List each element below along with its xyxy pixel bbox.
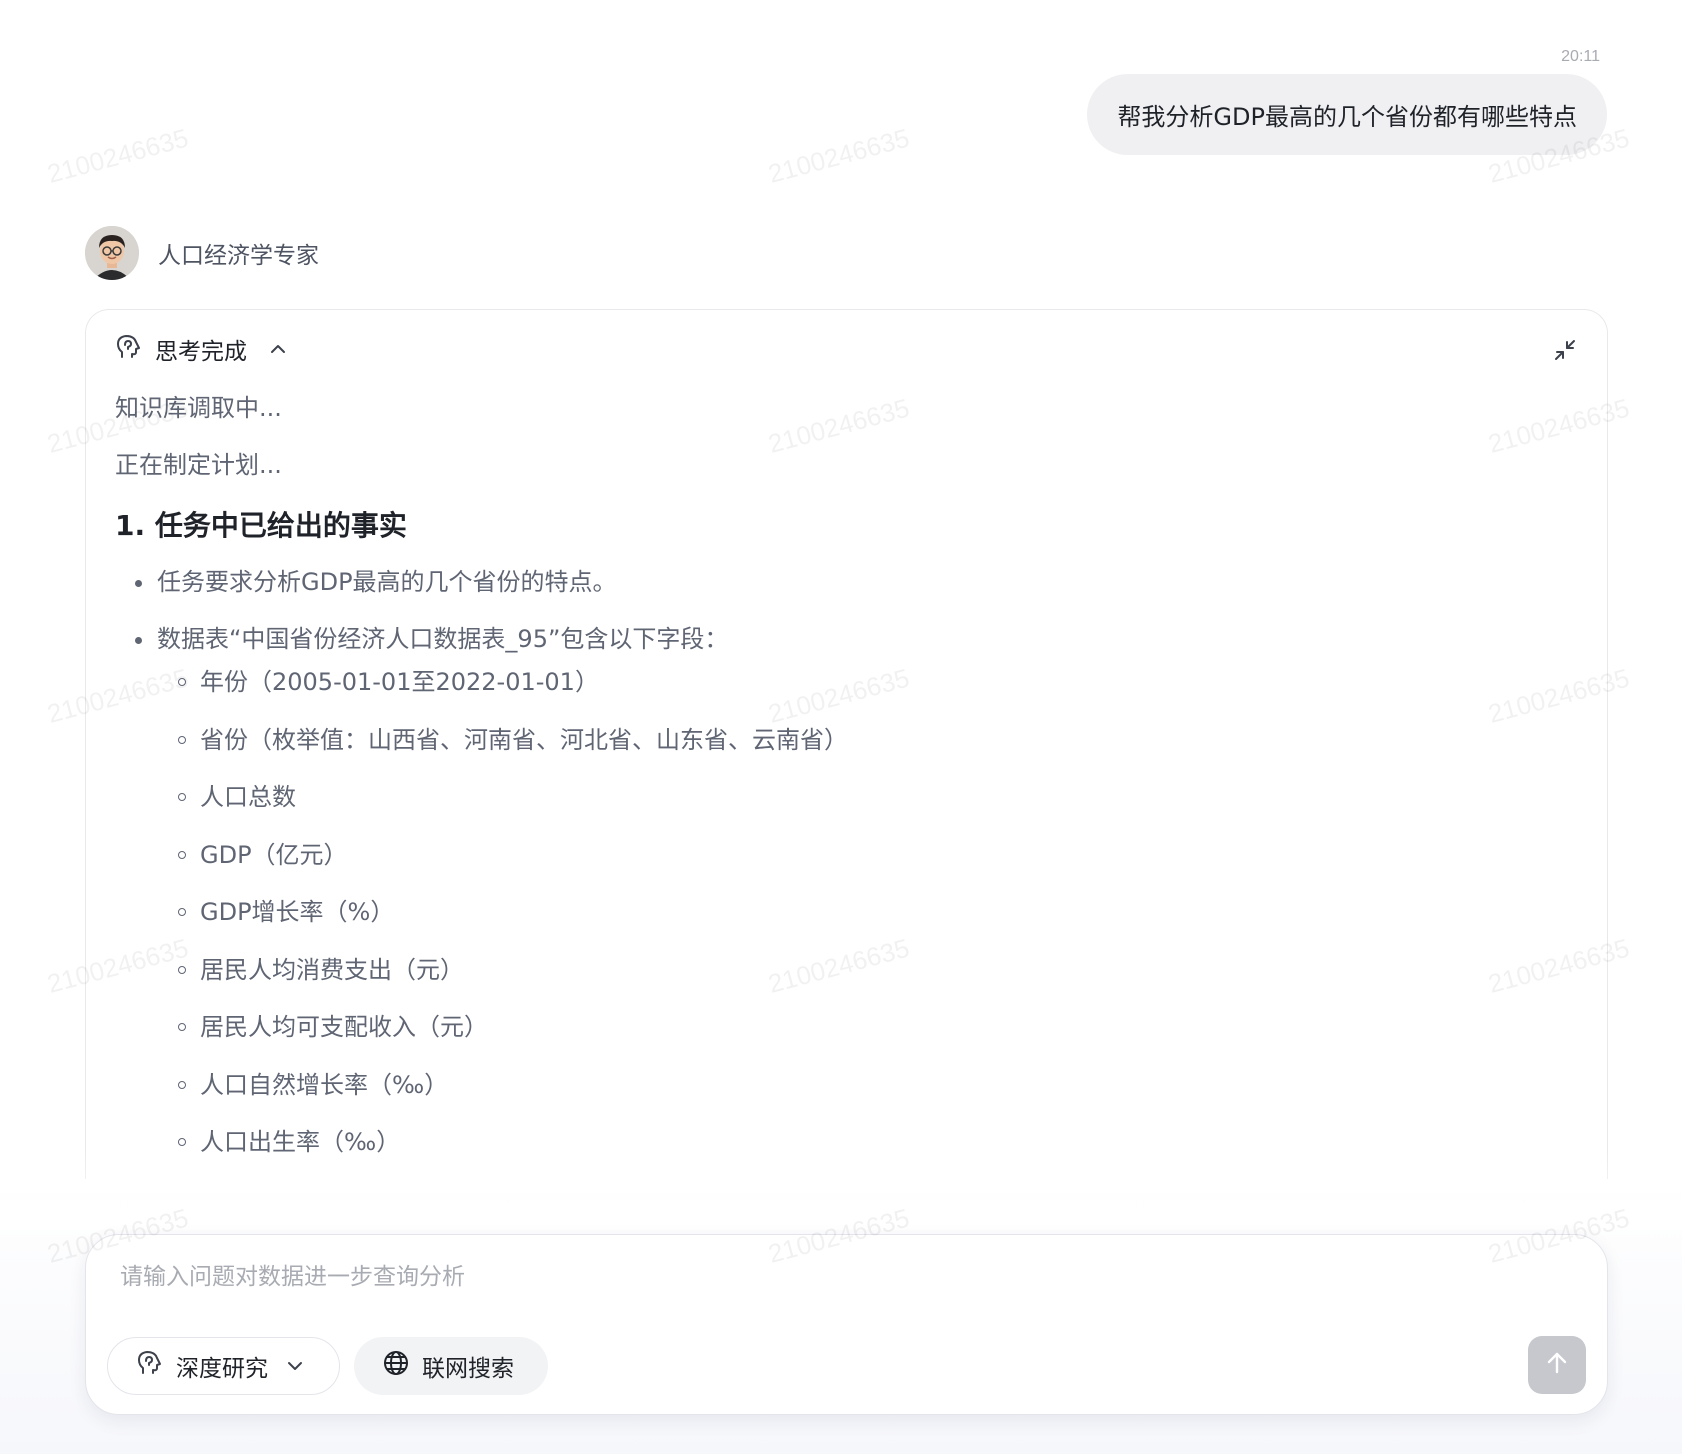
collapse-arrows-icon bbox=[1553, 338, 1577, 366]
web-search-label: 联网搜索 bbox=[422, 1356, 514, 1382]
bullet-ring bbox=[178, 1138, 186, 1146]
field-text: 省份（枚举值：山西省、河南省、河北省、山东省、云南省） bbox=[200, 725, 848, 754]
bullet-dot bbox=[135, 580, 142, 587]
section-heading: 1. 任务中已给出的事实 bbox=[115, 509, 407, 542]
brain-head-icon bbox=[115, 333, 143, 365]
chevron-down-icon bbox=[286, 1360, 304, 1372]
field-text: GDP增长率（%） bbox=[200, 898, 395, 926]
assistant-header: 人口经济学专家 bbox=[85, 226, 319, 280]
bullet-ring bbox=[178, 678, 186, 686]
thinking-content: 知识库调取中... 正在制定计划... 1. 任务中已给出的事实 任务要求分析G… bbox=[115, 380, 1578, 1172]
field-text: 年份（2005-01-01至2022-01-01） bbox=[200, 668, 599, 696]
bullet-dot bbox=[135, 637, 142, 644]
thinking-status: 思考完成 bbox=[155, 339, 247, 365]
message-timestamp: 20:11 bbox=[1561, 48, 1600, 65]
field-item: GDP（亿元） bbox=[115, 827, 1578, 885]
bullet-ring bbox=[178, 965, 186, 974]
watermark: 2100246635 bbox=[765, 122, 913, 189]
bullet-ring bbox=[178, 1023, 186, 1031]
user-message-bubble: 帮我分析GDP最高的几个省份都有哪些特点 bbox=[1087, 74, 1607, 155]
thinking-step: 正在制定计划... bbox=[115, 451, 282, 479]
web-search-button[interactable]: 联网搜索 bbox=[354, 1337, 548, 1395]
avatar-image bbox=[85, 226, 139, 280]
field-list: 年份（2005-01-01至2022-01-01） 省份（枚举值：山西省、河南省… bbox=[115, 654, 1578, 1172]
thinking-step: 知识库调取中... bbox=[115, 394, 282, 422]
list-item-text: 数据表“中国省份经济人口数据表_95”包含以下字段： bbox=[157, 625, 729, 653]
list-item: 任务要求分析GDP最高的几个省份的特点。 bbox=[115, 554, 1578, 611]
deep-research-dropdown[interactable]: 深度研究 bbox=[107, 1337, 340, 1395]
list-item-text: 任务要求分析GDP最高的几个省份的特点。 bbox=[157, 568, 617, 596]
chevron-up-icon bbox=[269, 343, 287, 355]
field-text: 居民人均消费支出（元） bbox=[200, 955, 464, 984]
question-input[interactable] bbox=[120, 1257, 1420, 1297]
field-item: 省份（枚举值：山西省、河南省、河北省、山东省、云南省） bbox=[115, 712, 1578, 770]
arrow-up-icon bbox=[1544, 1350, 1570, 1380]
send-button[interactable] bbox=[1528, 1336, 1586, 1394]
field-item: 年份（2005-01-01至2022-01-01） bbox=[115, 654, 1578, 712]
field-text: 居民人均可支配收入（元） bbox=[200, 1013, 488, 1041]
bullet-ring bbox=[178, 793, 186, 801]
collapse-button[interactable] bbox=[1551, 338, 1579, 366]
chat-page: 2100246635 2100246635 2100246635 2100246… bbox=[0, 0, 1682, 1454]
bullet-ring bbox=[178, 1080, 186, 1089]
watermark: 2100246635 bbox=[44, 122, 192, 189]
brain-head-icon bbox=[136, 1349, 164, 1383]
field-text: GDP（亿元） bbox=[200, 840, 348, 869]
deep-research-label: 深度研究 bbox=[176, 1356, 268, 1382]
bullet-ring bbox=[178, 735, 186, 744]
field-text: 人口总数 bbox=[200, 783, 296, 811]
field-item: 居民人均消费支出（元） bbox=[115, 942, 1578, 1000]
scroll-fade bbox=[0, 1150, 1682, 1230]
thinking-panel: 思考完成 知识库调取中... 正在制定计划... 1. 任务中已给出的事实 任务… bbox=[85, 309, 1608, 1179]
composer: 深度研究 联网搜索 bbox=[85, 1234, 1608, 1415]
avatar bbox=[85, 226, 139, 280]
bullet-ring bbox=[178, 908, 186, 916]
bullet-ring bbox=[178, 850, 186, 859]
field-text: 人口自然增长率（‰） bbox=[200, 1070, 449, 1099]
field-item: 人口总数 bbox=[115, 769, 1578, 827]
globe-icon bbox=[382, 1349, 410, 1383]
field-item: 居民人均可支配收入（元） bbox=[115, 999, 1578, 1057]
assistant-name: 人口经济学专家 bbox=[158, 243, 319, 269]
thinking-toggle[interactable]: 思考完成 bbox=[115, 332, 287, 366]
field-item: GDP增长率（%） bbox=[115, 884, 1578, 942]
field-item: 人口自然增长率（‰） bbox=[115, 1057, 1578, 1115]
